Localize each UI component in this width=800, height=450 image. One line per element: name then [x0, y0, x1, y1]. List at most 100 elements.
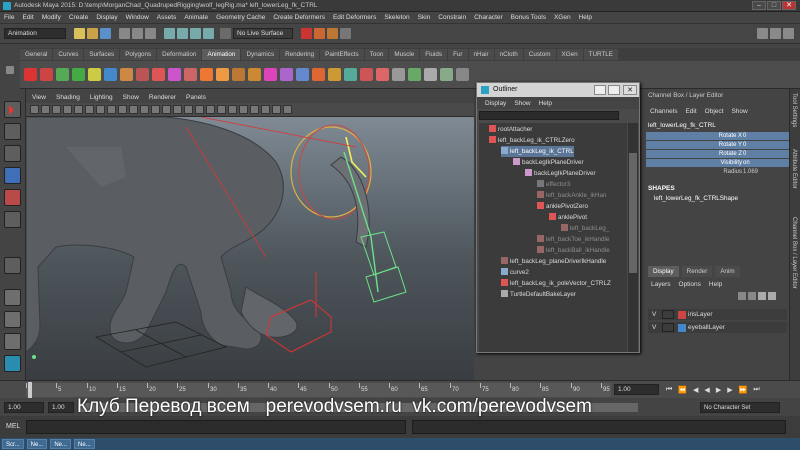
step-back-frame-icon[interactable]: ◀	[693, 386, 698, 394]
shelf-tab-painteffects[interactable]: PaintEffects	[320, 49, 364, 60]
channel-box-tab[interactable]: Channel Box / Layer Editor	[791, 217, 797, 289]
step-forward-key-icon[interactable]: ⏩	[739, 386, 748, 394]
playblast-icon[interactable]	[440, 68, 453, 81]
new-layer-icon[interactable]	[758, 292, 766, 300]
cluster-icon[interactable]	[280, 68, 293, 81]
command-input[interactable]	[26, 420, 406, 434]
outliner-menu-help[interactable]: Help	[539, 100, 552, 107]
channels-menu[interactable]: Channels	[650, 108, 677, 115]
go-to-end-icon[interactable]: ⏭	[753, 386, 759, 394]
layout-single-icon[interactable]	[4, 289, 21, 306]
lasso-tool-icon[interactable]	[4, 123, 21, 140]
custom-script-icon[interactable]	[456, 68, 469, 81]
layer-row[interactable]: V eyeballLayer	[648, 322, 787, 333]
shelf-tab-general[interactable]: General	[20, 49, 53, 60]
taskbar-item[interactable]: Ne...	[26, 439, 48, 449]
snap-surface-icon[interactable]	[203, 28, 214, 39]
create-joint-icon[interactable]	[24, 68, 37, 81]
ipr-render-icon[interactable]	[327, 28, 338, 39]
go-to-start-icon[interactable]: ⏮	[666, 386, 672, 394]
list-item[interactable]: effector3	[537, 179, 570, 190]
grid-toggle-icon[interactable]	[74, 105, 83, 114]
layer-tab-anim[interactable]: Anim	[715, 266, 740, 277]
options-menu[interactable]: Options	[679, 281, 701, 288]
channel-value[interactable]: 0	[743, 150, 746, 158]
menu-animate[interactable]: Animate	[184, 14, 208, 21]
snap-grid-icon[interactable]	[164, 28, 175, 39]
menu-assets[interactable]: Assets	[157, 14, 177, 21]
xray-joints-icon[interactable]	[283, 105, 292, 114]
show-channel-box-icon[interactable]	[783, 28, 794, 39]
layout-four-icon[interactable]	[4, 311, 21, 328]
layer-move-up-icon[interactable]	[738, 292, 746, 300]
normal-constraint-icon[interactable]	[232, 68, 245, 81]
outliner-menu-show[interactable]: Show	[514, 100, 530, 107]
new-layer-selected-icon[interactable]	[768, 292, 776, 300]
motion-path-icon[interactable]	[120, 68, 133, 81]
shelf-tab-xgen[interactable]: XGen	[556, 49, 583, 60]
layout-persp-graph-icon[interactable]	[4, 355, 21, 372]
menu-edit[interactable]: Edit	[22, 14, 33, 21]
list-item[interactable]: TurtleDefaultBakeLayer	[501, 289, 576, 300]
list-item[interactable]: rootAttacher	[489, 124, 532, 135]
list-item[interactable]: curve2	[501, 267, 529, 278]
outliner-close-button[interactable]: ✕	[623, 85, 637, 95]
motion-blur-icon[interactable]	[228, 105, 237, 114]
aim-constraint-icon[interactable]	[152, 68, 165, 81]
scale-tool-icon[interactable]	[4, 211, 21, 228]
menu-character[interactable]: Character	[474, 14, 503, 21]
render-current-icon[interactable]	[314, 28, 325, 39]
viewport-menu-shading[interactable]: Shading	[56, 94, 80, 101]
object-menu[interactable]: Object	[705, 108, 724, 115]
camera-attributes-icon[interactable]	[41, 105, 50, 114]
layer-move-down-icon[interactable]	[748, 292, 756, 300]
menu-xgen[interactable]: XGen	[554, 14, 571, 21]
shelf-tab-ncloth[interactable]: nCloth	[494, 49, 523, 60]
list-item[interactable]: anklePivot	[549, 212, 587, 223]
channel-row[interactable]: Rotate X0	[646, 132, 789, 140]
layout-persp-outliner-icon[interactable]	[4, 333, 21, 350]
channel-row[interactable]: Rotate Y0	[646, 141, 789, 149]
step-back-key-icon[interactable]: ⏪	[678, 386, 687, 394]
new-scene-icon[interactable]	[74, 28, 85, 39]
skin-cluster-icon[interactable]	[376, 68, 389, 81]
shelf-tab-fluids[interactable]: Fluids	[420, 49, 448, 60]
use-default-material-icon[interactable]	[162, 105, 171, 114]
list-item[interactable]: left_backLeg_ik_CTRL	[501, 146, 574, 157]
menu-display[interactable]: Display	[96, 14, 117, 21]
menu-constrain[interactable]: Constrain	[438, 14, 466, 21]
gate-mask-icon[interactable]	[107, 105, 116, 114]
dope-sheet-icon[interactable]	[392, 68, 405, 81]
isolate-select-icon[interactable]	[261, 105, 270, 114]
foot-fk-ctrl[interactable]	[365, 266, 407, 303]
field-chart-icon[interactable]	[118, 105, 127, 114]
set-key-icon[interactable]	[56, 68, 69, 81]
outliner-window[interactable]: Outliner ✕ Display Show Help rootAttache…	[476, 82, 640, 353]
show-tool-settings-icon[interactable]	[757, 28, 768, 39]
maximize-button[interactable]: □	[767, 1, 781, 10]
play-backwards-icon[interactable]: ◀	[704, 386, 709, 394]
resolution-gate-icon[interactable]	[96, 105, 105, 114]
paint-select-tool-icon[interactable]	[4, 145, 21, 162]
camera-select-icon[interactable]	[30, 105, 39, 114]
animation-start-field[interactable]: 1.00	[48, 402, 74, 413]
select-component-icon[interactable]	[145, 28, 156, 39]
list-item[interactable]: backLegIkPlaneDriver	[525, 168, 596, 179]
paint-weights-icon[interactable]	[328, 68, 341, 81]
manipulator-tool-icon[interactable]	[4, 257, 21, 274]
shelf-tab-muscle[interactable]: Muscle	[389, 49, 420, 60]
layers-menu[interactable]: Layers	[651, 281, 671, 288]
image-plane-icon[interactable]	[63, 105, 72, 114]
list-item[interactable]: left_backLeg_ik_poleVector_CTRLZ	[501, 278, 611, 289]
wire-deformer-icon[interactable]	[360, 68, 373, 81]
ik-handle-icon[interactable]	[40, 68, 53, 81]
command-language-label[interactable]: MEL	[6, 423, 20, 430]
layer-name[interactable]: eyeballLayer	[688, 324, 725, 331]
shelf-tab-surfaces[interactable]: Surfaces	[84, 49, 120, 60]
lattice-icon[interactable]	[296, 68, 309, 81]
shelf-tab-animation[interactable]: Animation	[202, 49, 241, 60]
attribute-editor-tab[interactable]: Attribute Editor	[791, 149, 797, 189]
step-forward-frame-icon[interactable]: ▶	[727, 386, 732, 394]
select-hierarchy-icon[interactable]	[119, 28, 130, 39]
select-object-icon[interactable]	[132, 28, 143, 39]
